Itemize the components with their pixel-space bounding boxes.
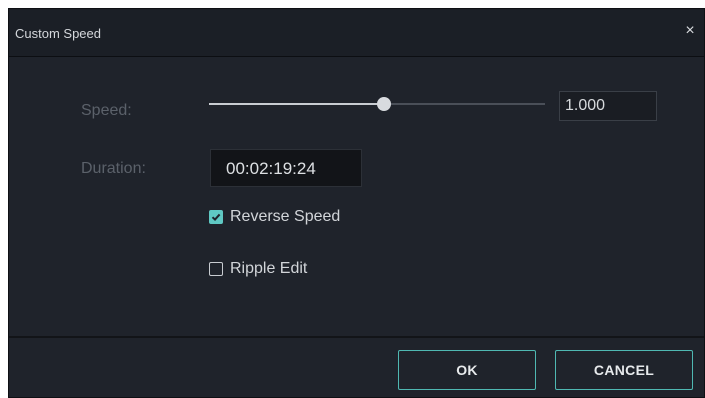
- ripple-edit-option[interactable]: Ripple Edit: [209, 259, 307, 279]
- footer-divider: [9, 336, 704, 338]
- ripple-edit-checkbox[interactable]: [209, 262, 223, 276]
- reverse-speed-option[interactable]: Reverse Speed: [209, 207, 340, 227]
- checkmark-icon: [211, 213, 221, 222]
- close-icon[interactable]: ×: [682, 23, 698, 39]
- speed-input[interactable]: [559, 91, 657, 121]
- duration-field[interactable]: 00:02:19:24: [210, 149, 362, 187]
- speed-slider[interactable]: [209, 95, 545, 113]
- ok-button[interactable]: OK: [398, 350, 536, 390]
- slider-thumb[interactable]: [376, 97, 391, 111]
- reverse-speed-label: Reverse Speed: [230, 208, 341, 225]
- reverse-speed-checkbox[interactable]: [209, 210, 223, 224]
- speed-label: Speed:: [81, 102, 132, 119]
- ripple-edit-label: Ripple Edit: [230, 260, 308, 277]
- dialog-title: Custom Speed: [15, 26, 101, 41]
- cancel-button[interactable]: CANCEL: [555, 350, 693, 390]
- slider-fill: [209, 103, 384, 105]
- duration-label: Duration:: [81, 160, 146, 177]
- custom-speed-dialog: Custom Speed × Speed: Duration: 00:02:19…: [8, 8, 705, 398]
- dialog-titlebar: Custom Speed ×: [9, 9, 704, 57]
